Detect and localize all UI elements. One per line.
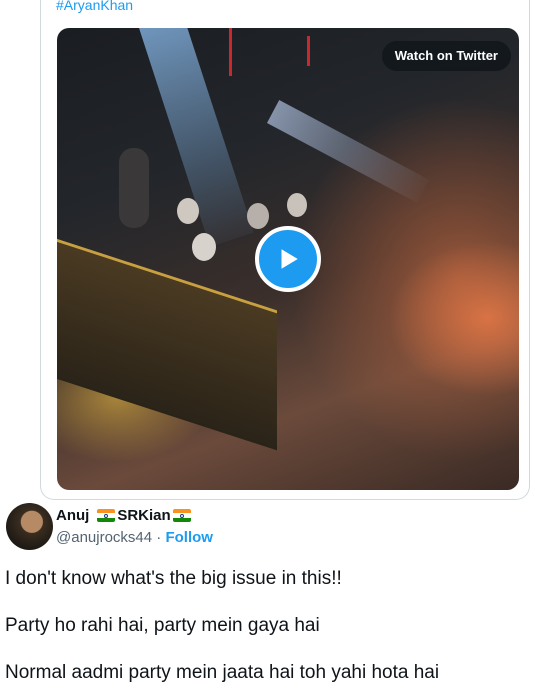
author-handle[interactable]: @anujrocks44 <box>56 529 152 546</box>
tweet-text-line: Normal aadmi party mein jaata hai toh ya… <box>5 662 440 683</box>
india-flag-icon <box>97 509 116 522</box>
video-player[interactable]: Watch on Twitter <box>57 28 519 490</box>
author-handle-row: @anujrocks44 · Follow <box>56 529 213 546</box>
red-light <box>307 36 310 66</box>
watch-on-twitter-button[interactable]: Watch on Twitter <box>381 41 511 71</box>
author-name[interactable]: Anuj SRKian <box>56 507 191 524</box>
crowd-person <box>192 233 216 261</box>
author-name-suffix: SRKian <box>117 507 171 524</box>
play-button[interactable] <box>255 226 321 292</box>
tweet-text-line: Party ho rahi hai, party mein gaya hai <box>5 615 320 636</box>
avatar[interactable] <box>6 503 53 550</box>
crowd-person <box>119 148 149 228</box>
tweet-text-line: I don't know what's the big issue in thi… <box>5 568 342 589</box>
follow-button[interactable]: Follow <box>165 529 213 546</box>
bar-counter <box>57 235 277 451</box>
red-light <box>229 28 232 76</box>
author-name-text: Anuj <box>56 507 90 524</box>
india-flag-icon <box>172 509 191 522</box>
crowd-person <box>177 198 199 224</box>
crowd-person <box>287 193 307 217</box>
hashtag-link[interactable]: #AryanKhan <box>56 0 133 13</box>
play-icon <box>281 249 298 269</box>
crowd-person <box>247 203 269 229</box>
light-beam <box>267 100 430 203</box>
reply-author: Anuj SRKian @anujrocks44 · Follow <box>6 503 526 551</box>
